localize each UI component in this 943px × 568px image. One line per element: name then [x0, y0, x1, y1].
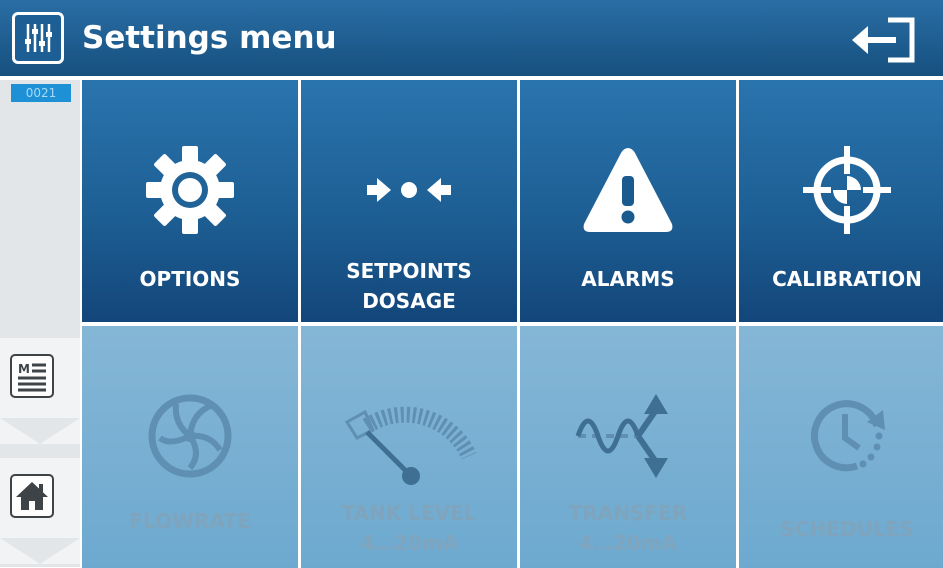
tile-label: TRANSFER: [568, 501, 688, 525]
pump-impeller-icon: [148, 394, 232, 478]
scroll-down-indicator: [0, 418, 80, 444]
tile-label: 4…20mA: [359, 531, 459, 555]
home-icon: [10, 474, 54, 518]
tile-label: FLOWRATE: [129, 509, 251, 533]
tank-level-tile[interactable]: TANK LEVEL 4…20mA: [301, 326, 517, 568]
tile-label: TANK LEVEL: [341, 501, 477, 525]
clock-icon: [811, 400, 885, 472]
alarms-tile[interactable]: ALARMS: [520, 80, 736, 322]
crosshair-icon: [803, 146, 891, 234]
gear-icon: [146, 146, 234, 234]
page-title: Settings menu: [82, 20, 337, 56]
signal-wave-icon: [575, 394, 668, 478]
menu-list-button[interactable]: M: [0, 338, 80, 444]
gauge-icon: [344, 406, 477, 485]
setpoint-arrows-icon: [367, 178, 451, 202]
tile-label: SETPOINTS: [346, 259, 472, 283]
tile-label: 4…20mA: [578, 531, 678, 555]
schedules-tile[interactable]: SCHEDULES: [739, 326, 943, 568]
tile-label: ALARMS: [581, 267, 675, 291]
home-button[interactable]: [0, 458, 80, 564]
tile-label: DOSAGE: [362, 289, 456, 313]
scroll-down-indicator: [0, 538, 80, 564]
svg-text:M: M: [18, 362, 30, 376]
header-bar: Settings menu: [0, 0, 943, 76]
flowrate-tile[interactable]: FLOWRATE: [82, 326, 298, 568]
transfer-tile[interactable]: TRANSFER 4…20mA: [520, 326, 736, 568]
options-tile[interactable]: OPTIONS: [82, 80, 298, 322]
tile-label: OPTIONS: [139, 267, 241, 291]
menu-list-icon: M: [10, 354, 54, 398]
tile-label: SCHEDULES: [780, 517, 914, 541]
counter-badge: 0021: [11, 84, 71, 102]
tile-label: CALIBRATION: [772, 267, 922, 291]
exit-arrow-icon: [852, 17, 915, 63]
exit-button[interactable]: [846, 14, 922, 66]
mixer-sliders-icon: [12, 12, 64, 64]
warning-icon: [583, 148, 673, 232]
setpoints-dosage-tile[interactable]: SETPOINTS DOSAGE: [301, 80, 517, 322]
calibration-tile[interactable]: CALIBRATION: [739, 80, 943, 322]
